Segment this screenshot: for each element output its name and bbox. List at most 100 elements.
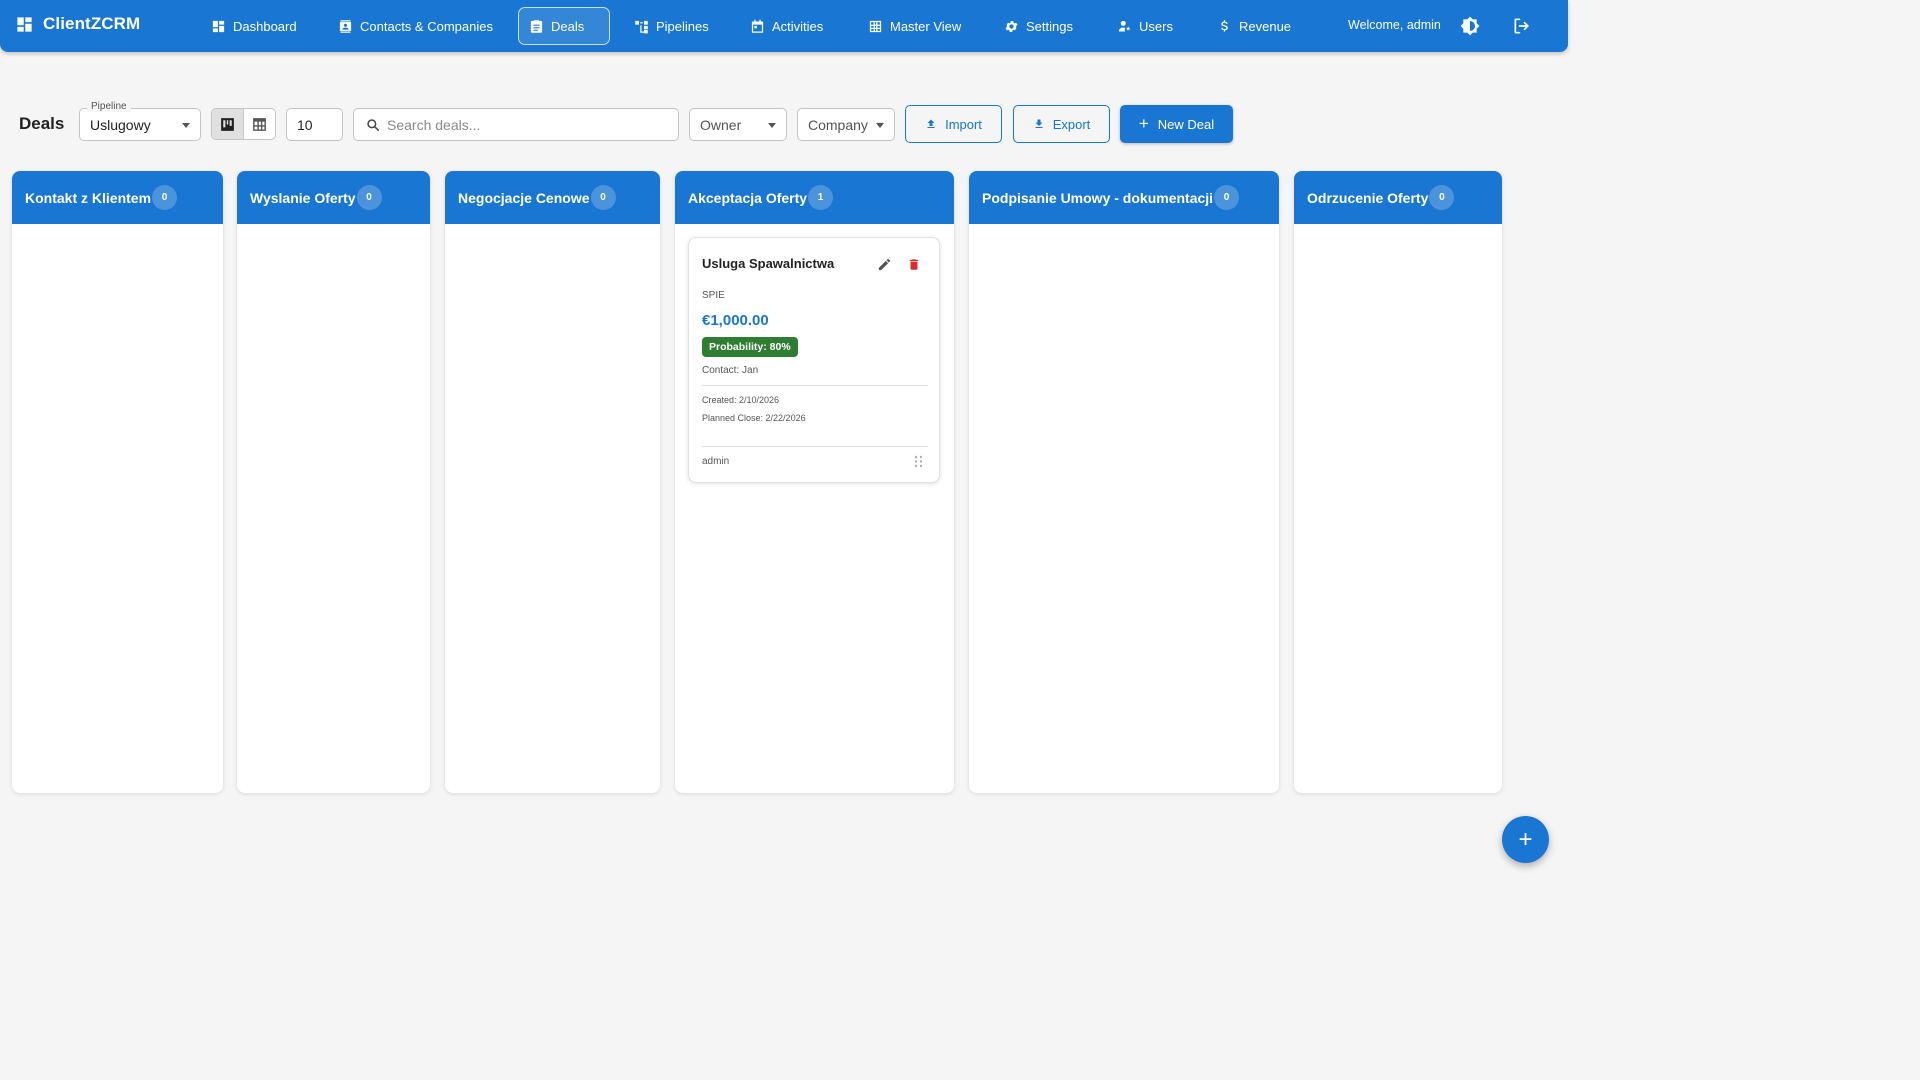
brand-name: ClientZCRM [43,14,141,33]
import-button[interactable]: Import [905,105,1002,143]
theme-toggle-button[interactable] [1459,15,1481,37]
edit-icon[interactable] [877,257,892,272]
download-icon [1035,119,1043,128]
pipeline-select-label: Pipeline [87,101,131,112]
plus-icon: + [1138,113,1149,133]
column-title: Negocjacje Cenowe [458,189,590,206]
nav-label: Deals [551,18,585,34]
owner-select-value: Owner [700,117,742,133]
brand[interactable]: ClientZCRM [15,14,140,34]
column-title: Kontakt z Klientem [25,189,152,206]
column-header: Odrzucenie Oferty 0 [1294,171,1502,224]
nav-master-view[interactable]: Master View [858,7,971,45]
table-icon [253,117,266,131]
plus-icon: + [1518,825,1533,853]
export-button-label: Export [1052,116,1091,132]
export-button[interactable]: Export [1013,105,1110,143]
calendar-icon [751,19,764,33]
deal-created-date: Created: 2/10/2026 [702,395,780,405]
logout-button[interactable] [1511,15,1533,37]
new-deal-button-label: New Deal [1157,116,1215,132]
nav-settings[interactable]: Settings [994,7,1083,45]
welcome-text: Welcome, admin [1348,18,1441,32]
nav-label: Users [1139,18,1173,34]
pipeline-column: Negocjacje Cenowe 0 [445,171,660,793]
deal-value: €1,000.00 [702,312,769,329]
pipelines-icon [635,20,648,33]
contacts-icon [339,19,352,33]
pipeline-column: Odrzucenie Oferty 0 [1294,171,1502,793]
deal-owner: admin [702,456,730,467]
nav-contacts-companies[interactable]: Contacts & Companies [328,7,503,45]
column-count-badge: 0 [152,185,178,210]
nav-dashboard[interactable]: Dashboard [201,7,307,45]
column-count-badge: 0 [356,185,382,210]
search-placeholder: Search deals... [387,117,481,133]
dashboard-icon [17,16,32,32]
deal-planned-close-date: Planned Close: 2/22/2026 [702,413,806,423]
page-size-value: 10 [297,117,313,133]
table-view-button[interactable] [243,109,275,139]
chevron-down-icon [182,123,190,128]
import-button-label: Import [945,116,982,132]
pipeline-column: Wyslanie Oferty 0 [237,171,430,793]
column-header: Kontakt z Klientem 0 [12,171,223,224]
trash-icon[interactable] [907,257,921,272]
nav-pipelines[interactable]: Pipelines [624,7,719,45]
nav-deals[interactable]: Deals [518,7,610,45]
company-select-value: Company [808,117,868,133]
nav-activities[interactable]: Activities [740,7,833,45]
deal-company: SPIE [702,290,725,301]
chevron-down-icon [876,123,884,128]
nav-label: Contacts & Companies [360,18,493,34]
nav-label: Pipelines [656,18,709,34]
owner-select[interactable]: Owner [689,108,787,141]
column-title: Wyslanie Oferty [250,189,356,206]
search-icon [367,119,380,132]
table-icon [869,20,882,32]
pipeline-select[interactable]: Pipeline Uslugowy [79,101,201,141]
divider [702,446,928,447]
column-title: Podpisanie Umowy - dokumentacji [982,189,1214,206]
deal-card[interactable]: Usluga Spawalnictwa SPIE €1,000.00 Proba… [688,237,940,483]
dollar-icon [1221,19,1228,31]
nav-revenue[interactable]: Revenue [1207,7,1301,45]
pipeline-select-value: Uslugowy [90,117,151,133]
column-header: Negocjacje Cenowe 0 [445,171,660,224]
deal-title: Usluga Spawalnictwa [702,256,835,271]
deal-contact: Contact: Jan [702,365,759,376]
brightness-icon [1460,16,1480,36]
column-count-badge: 0 [1429,185,1455,210]
new-deal-button[interactable]: + New Deal [1120,105,1233,143]
pipeline-column: Podpisanie Umowy - dokumentacji 0 [969,171,1279,793]
nav-label: Revenue [1239,18,1292,34]
column-header: Podpisanie Umowy - dokumentacji 0 [969,171,1279,224]
column-count-badge: 0 [590,185,616,210]
kanban-view-button[interactable] [212,109,243,139]
kanban-icon [221,117,234,131]
page-title: Deals [19,114,65,133]
gear-icon [1005,20,1018,32]
column-header: Akceptacja Oferty 1 [675,171,954,224]
company-select[interactable]: Company [797,108,895,141]
upload-icon [927,119,935,128]
pipeline-column: Kontakt z Klientem 0 [12,171,223,793]
probability-badge: Probability: 80% [702,337,798,357]
search-input[interactable]: Search deals... [353,108,679,141]
page-size-input[interactable]: 10 [286,108,343,141]
divider [702,385,928,386]
column-count-badge: 0 [1214,185,1240,210]
column-title: Odrzucenie Oferty [1307,189,1429,206]
nav-users[interactable]: Users [1107,7,1183,45]
nav-label: Dashboard [233,18,297,34]
chevron-down-icon [768,123,776,128]
view-toggle [211,108,276,140]
dashboard-icon [212,20,225,32]
nav-label: Activities [772,18,824,34]
users-icon [1118,20,1131,31]
add-fab-button[interactable]: + [1502,816,1549,863]
drag-handle-icon[interactable] [914,455,923,468]
column-header: Wyslanie Oferty 0 [237,171,430,224]
nav-label: Master View [890,18,962,34]
column-count-badge: 1 [808,185,834,210]
